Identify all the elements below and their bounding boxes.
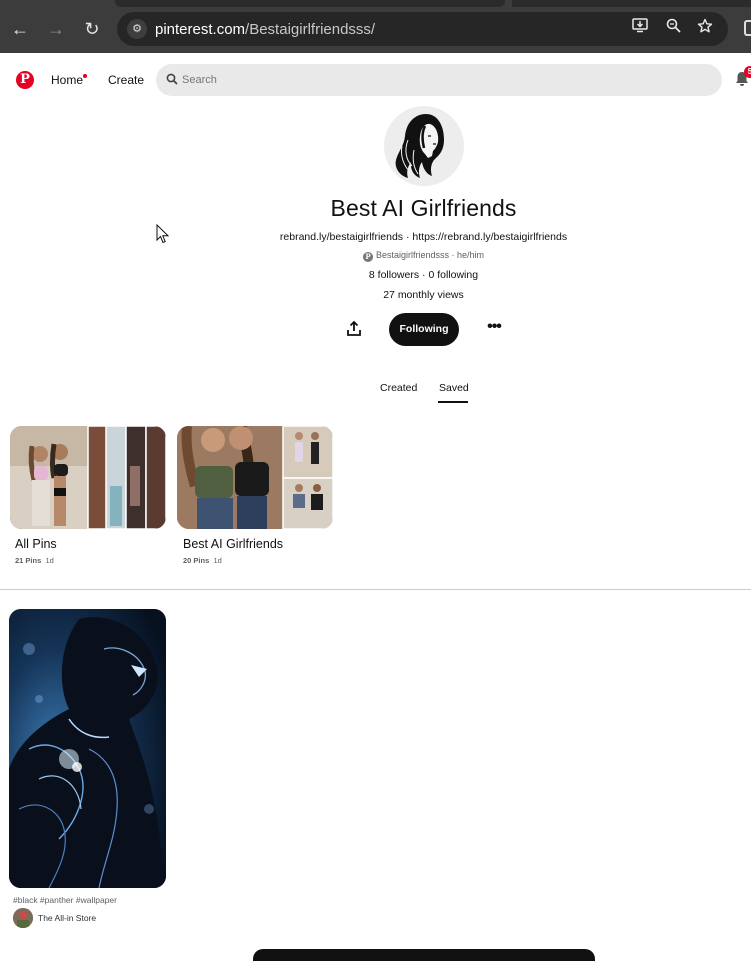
search-placeholder: Search (182, 74, 217, 86)
board-title-all-pins[interactable]: All Pins (15, 537, 57, 551)
pin-description[interactable]: #black #panther #wallpaper (13, 895, 117, 905)
board-meta-all-pins: 21 Pins 1d (15, 556, 54, 565)
active-tab-edge[interactable] (115, 0, 505, 7)
profile-name: Best AI Girlfriends (330, 195, 517, 221)
pin-card[interactable] (9, 609, 166, 888)
more-options-icon[interactable]: ••• (484, 319, 504, 335)
bookmark-star-icon[interactable] (694, 18, 716, 40)
pin-image (9, 609, 166, 888)
profile-handle: Bestaigirlfriendsss (375, 250, 449, 260)
nav-create[interactable]: Create (108, 73, 144, 87)
address-bar[interactable]: ⚙ pinterest.com/Bestaigirlfriendsss/ (117, 12, 728, 46)
followers-count[interactable]: 8 followers (369, 269, 419, 281)
nav-home[interactable]: Home (51, 73, 83, 87)
pinterest-logo-icon[interactable]: P (16, 71, 34, 89)
board-cover-image (177, 426, 333, 529)
forward-icon[interactable]: → (42, 15, 70, 43)
site-info-icon[interactable]: ⚙ (127, 19, 147, 39)
following-button[interactable]: Following (389, 313, 459, 346)
notifications-badge: 5 (744, 66, 751, 78)
mouse-cursor-icon (156, 224, 170, 244)
follow-stats: 8 followers · 0 following (368, 269, 479, 281)
extensions-icon[interactable] (744, 20, 751, 36)
profile-link-short[interactable]: rebrand.ly/bestaigirlfriends (280, 231, 403, 243)
section-divider (0, 589, 751, 590)
install-icon[interactable] (629, 18, 651, 40)
board-cover-image (10, 426, 166, 529)
profile-links: rebrand.ly/bestaigirlfriends · https://r… (279, 231, 568, 243)
profile-avatar[interactable] (384, 106, 464, 186)
search-input[interactable] (156, 64, 722, 96)
board-cover-all-pins[interactable] (10, 426, 166, 529)
board-age: 1d (45, 556, 54, 565)
zoom-icon[interactable] (662, 18, 684, 40)
url-domain: pinterest.com (155, 21, 246, 38)
home-notification-dot (83, 74, 87, 78)
bottom-floating-bar[interactable] (253, 949, 595, 961)
pinterest-small-icon: P (362, 252, 373, 262)
woman-silhouette-icon (395, 114, 444, 178)
profile-pronouns: he/him (457, 250, 485, 260)
board-pin-count: 21 Pins (15, 556, 42, 565)
profile-link-url[interactable]: https://rebrand.ly/bestaigirlfriends (412, 231, 567, 243)
monthly-views: 27 monthly views (383, 289, 464, 301)
browser-toolbar: ← → ↻ ⚙ pinterest.com/Bestaigirlfriendss… (0, 0, 751, 53)
board-title-best-ai-girlfriends[interactable]: Best AI Girlfriends (183, 537, 283, 551)
share-icon[interactable] (344, 319, 364, 339)
board-pin-count: 20 Pins (183, 556, 210, 565)
url-text[interactable]: pinterest.com/Bestaigirlfriendsss/ (155, 21, 375, 38)
board-meta-best-ai-girlfriends: 20 Pins 1d (183, 556, 222, 565)
url-path: /Bestaigirlfriendsss/ (245, 21, 376, 38)
reload-icon[interactable]: ↻ (78, 15, 106, 43)
back-icon[interactable]: ← (6, 15, 34, 43)
active-tab-indicator (438, 401, 468, 403)
board-age: 1d (213, 556, 222, 565)
search-icon (166, 73, 178, 85)
pin-author-avatar[interactable] (13, 908, 33, 928)
pin-author-name[interactable]: The All-in Store (38, 913, 96, 923)
inactive-tab-edge[interactable] (512, 0, 751, 7)
tab-saved[interactable]: Saved (439, 382, 469, 394)
store-logo-icon (13, 908, 33, 928)
profile-handle-line: P Bestaigirlfriendsss · he/him (0, 250, 751, 262)
tab-created[interactable]: Created (380, 382, 417, 394)
board-cover-best-ai-girlfriends[interactable] (177, 426, 333, 529)
following-count[interactable]: 0 following (428, 269, 478, 281)
